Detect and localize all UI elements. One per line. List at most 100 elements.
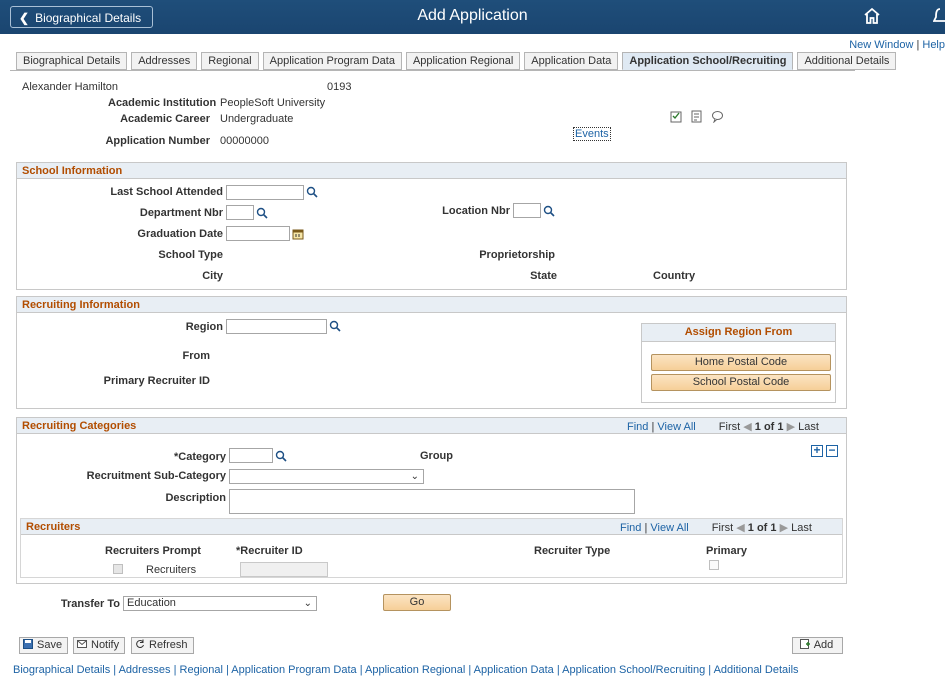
recruiters-find-link[interactable]: Find [620,522,641,534]
tab-application-school-recruiting[interactable]: Application School/Recruiting [622,52,794,70]
new-window-link[interactable]: New Window [849,39,913,51]
header-bar: ❮ Biographical Details Add Application [0,0,945,34]
search-icon[interactable] [306,186,318,198]
category-input[interactable] [229,448,273,463]
categories-last[interactable]: Last [798,421,819,433]
applicant-name: Alexander Hamilton [22,81,118,93]
notify-button[interactable]: Notify [73,637,126,654]
recruiters-last[interactable]: Last [791,522,812,534]
region-input[interactable] [226,319,327,334]
career-value: Undergraduate [220,113,294,125]
application-number-value: 00000000 [220,135,269,147]
school-information-group: School Information [16,162,847,290]
tab-application-regional[interactable]: Application Regional [405,52,521,70]
bottom-page-links[interactable]: Biographical Details | Addresses | Regio… [13,664,799,676]
recruiter-id-input [240,562,328,577]
categories-first[interactable]: First [719,421,740,433]
chevron-down-icon: ⌄ [303,598,312,609]
recruiters-view-all-link[interactable]: View All [650,522,688,534]
tab-biographical-details[interactable]: Biographical Details [16,52,128,70]
location-nbr-input[interactable] [513,203,541,218]
recruiters-prompt-checkbox [113,564,123,574]
department-nbr-input[interactable] [226,205,254,220]
subcategory-select[interactable]: ⌄ [229,469,424,484]
calendar-icon[interactable] [292,228,304,240]
region-label: Region [185,321,223,333]
transfer-to-select[interactable]: Education ⌄ [123,596,317,611]
search-icon[interactable] [329,320,341,332]
primary-checkbox [709,560,719,570]
assign-region-header: Assign Region From [642,324,835,342]
tab-application-program-data[interactable]: Application Program Data [262,52,402,70]
recruiting-information-header: Recruiting Information [17,297,846,313]
top-links: New Window | Help [849,39,945,51]
description-label: Description [165,492,226,504]
search-icon[interactable] [275,450,287,462]
institution-value: PeopleSoft University [220,97,326,109]
chevron-down-icon: ⌄ [410,471,419,482]
notes-icon[interactable] [690,110,703,123]
from-label: From [182,350,211,362]
prev-icon[interactable]: ◀ [736,522,744,534]
col-recruiter-type: Recruiter Type [534,545,611,557]
application-number-label: Application Number [105,135,210,147]
location-nbr-label: Location Nbr [442,205,510,217]
transfer-to-label: Transfer To [60,598,120,610]
bell-icon[interactable] [933,6,945,26]
school-information-header: School Information [17,163,846,179]
recruiters-nav: Find | View All First ◀ 1 of 1 ▶ Last [620,522,812,534]
school-type-label: School Type [158,249,223,261]
help-link[interactable]: Help [922,39,945,51]
tab-regional[interactable]: Regional [201,52,259,70]
country-label: Country [653,270,696,282]
category-label: *Category [174,451,226,463]
last-school-input[interactable] [226,185,304,200]
save-icon [23,639,33,649]
add-button[interactable]: Add [792,637,843,654]
prev-icon[interactable]: ◀ [743,421,751,433]
city-label: City [202,270,223,282]
add-row-icon[interactable]: + [811,444,823,457]
categories-count: 1 of 1 [754,421,784,433]
refresh-icon [136,639,144,649]
events-link[interactable]: Events [573,127,611,141]
department-nbr-label: Department Nbr [139,207,223,219]
graduation-date-input[interactable] [226,226,290,241]
tab-additional-details[interactable]: Additional Details [797,52,897,70]
applicant-id: 0193 [327,81,352,93]
subcategory-label: Recruitment Sub-Category [86,470,226,482]
page-tabs: Biographical Details Addresses Regional … [16,52,900,70]
next-icon[interactable]: ▶ [787,421,795,433]
career-label: Academic Career [120,113,210,125]
recruiters-first[interactable]: First [712,522,733,534]
tab-application-data[interactable]: Application Data [524,52,619,70]
comment-icon[interactable] [711,110,724,123]
institution-label: Academic Institution [108,97,217,109]
transfer-to-value: Education [127,597,176,609]
graduation-date-label: Graduation Date [137,228,223,240]
search-icon[interactable] [543,205,555,217]
delete-row-icon[interactable]: − [826,444,838,457]
save-button[interactable]: Save [19,637,69,654]
page-title: Add Application [417,7,528,24]
search-icon[interactable] [256,207,268,219]
home-postal-code-button[interactable]: Home Postal Code [651,354,831,371]
recruiters-count: 1 of 1 [747,522,777,534]
categories-nav: Find | View All First ◀ 1 of 1 ▶ Last [627,421,819,433]
categories-find-link[interactable]: Find [627,421,648,433]
school-postal-code-button[interactable]: School Postal Code [651,374,831,391]
last-school-label: Last School Attended [110,186,223,198]
next-icon[interactable]: ▶ [780,522,788,534]
checklist-icon[interactable] [670,110,683,123]
proprietorship-label: Proprietorship [479,249,555,261]
description-textarea[interactable] [229,489,635,514]
col-primary: Primary [706,545,747,557]
home-icon[interactable] [862,6,882,26]
tab-addresses[interactable]: Addresses [131,52,198,70]
categories-view-all-link[interactable]: View All [657,421,695,433]
tab-divider [10,70,855,71]
refresh-button[interactable]: Refresh [131,637,194,654]
col-recruiters-prompt: Recruiters Prompt [105,545,201,557]
group-label: Group [420,450,453,462]
go-button[interactable]: Go [383,594,451,611]
